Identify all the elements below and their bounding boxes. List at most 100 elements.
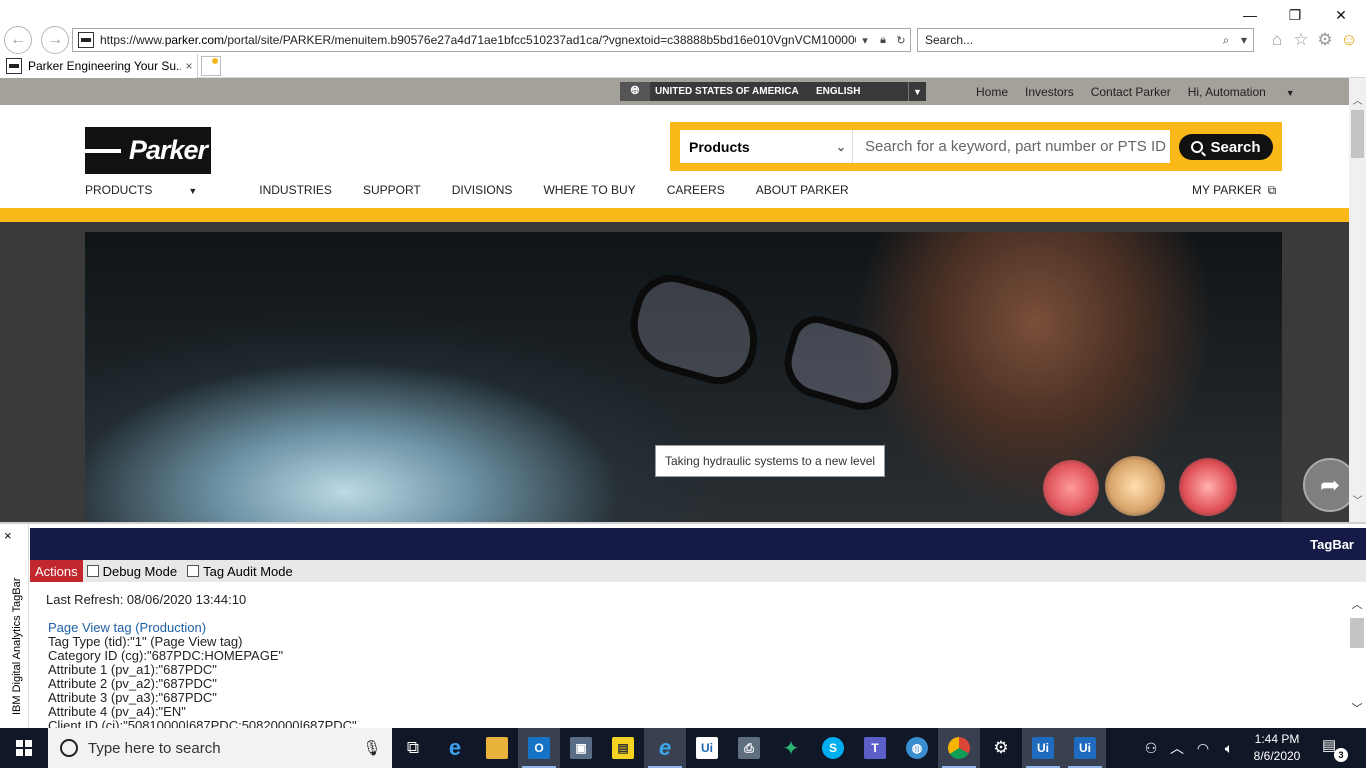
- cortana-icon: [60, 739, 78, 757]
- nav-divisions[interactable]: DIVISIONS: [452, 183, 513, 197]
- forward-button[interactable]: →: [41, 26, 69, 54]
- nav-industries[interactable]: INDUSTRIES: [259, 183, 332, 197]
- language-label: ENGLISH: [816, 86, 861, 97]
- tagbar-scrollbar-thumb[interactable]: [1350, 618, 1364, 648]
- caret-down-icon: ▼: [188, 186, 198, 196]
- system-tray: ⚇ ︿ ◠ 🔈︎: [1138, 728, 1242, 768]
- search-category-select[interactable]: Products ⌄: [680, 130, 853, 163]
- tag-audit-mode-checkbox[interactable]: Tag Audit Mode: [187, 564, 293, 579]
- uipath-studio-icon[interactable]: Ui: [686, 728, 728, 768]
- chevron-up-icon[interactable]: ︿: [1164, 738, 1190, 758]
- hero-caption[interactable]: Taking hydraulic systems to a new level: [655, 445, 885, 477]
- tag-line: Category ID (cg):"687PDC:HOMEPAGE": [48, 648, 284, 663]
- address-dropdown-icon[interactable]: ▾: [856, 34, 874, 47]
- checkbox-icon: [187, 565, 200, 577]
- utility-links: Home Investors Contact Parker Hi, Automa…: [976, 78, 1329, 105]
- restore-button[interactable]: ❐: [1272, 2, 1318, 28]
- home-link[interactable]: Home: [976, 85, 1008, 99]
- minimize-button[interactable]: —: [1227, 2, 1273, 28]
- uipath-assistant-icon[interactable]: Ui: [1064, 728, 1106, 768]
- actions-button[interactable]: Actions: [30, 560, 83, 582]
- teams-icon[interactable]: T: [854, 728, 896, 768]
- account-menu[interactable]: Hi, Automation ▼: [1188, 85, 1312, 99]
- search-dropdown-icon[interactable]: ▾: [1235, 33, 1253, 47]
- url-text[interactable]: https://www.parker.com/portal/site/PARKE…: [100, 33, 856, 47]
- chrome-icon[interactable]: [938, 728, 980, 768]
- tag-title-link[interactable]: Page View tag (Production): [48, 620, 206, 635]
- green-app-icon[interactable]: ✦: [770, 728, 812, 768]
- start-button[interactable]: [0, 728, 48, 768]
- action-center-icon[interactable]: ▤ 3: [1322, 736, 1348, 762]
- tab-parker[interactable]: Parker Engineering Your Su... ×: [0, 54, 198, 78]
- nav-support[interactable]: SUPPORT: [363, 183, 421, 197]
- last-refresh-text: Last Refresh: 08/06/2020 13:44:10: [46, 592, 247, 607]
- settings-gear-icon[interactable]: ⚙: [980, 728, 1022, 768]
- search-icon[interactable]: ⌕: [1217, 33, 1235, 48]
- new-tab-button[interactable]: [201, 56, 221, 76]
- skype-icon[interactable]: S: [812, 728, 854, 768]
- task-view-icon[interactable]: ⧉: [392, 728, 434, 768]
- tab-favicon-icon: [6, 58, 22, 74]
- tagbar-side-label: IBM Digital Analytics TagBar: [11, 577, 23, 715]
- back-button[interactable]: ←: [4, 26, 32, 54]
- debug-mode-checkbox[interactable]: Debug Mode: [86, 564, 177, 579]
- tagbar-close-icon[interactable]: ×: [4, 528, 12, 543]
- language-selector[interactable]: ENGLISH ▼: [804, 82, 926, 101]
- nav-products[interactable]: PRODUCTS ▼: [85, 183, 228, 197]
- edge-icon[interactable]: e: [434, 728, 476, 768]
- lock-icon[interactable]: 🔒︎: [874, 34, 892, 47]
- people-icon[interactable]: ⚇: [1138, 740, 1164, 757]
- hero-bokeh-light: [1043, 460, 1099, 516]
- outlook-icon[interactable]: O: [518, 728, 560, 768]
- refresh-icon[interactable]: ↻: [892, 34, 910, 47]
- remote-desktop-icon[interactable]: ▣: [560, 728, 602, 768]
- volume-icon[interactable]: 🔈︎: [1216, 740, 1242, 757]
- tagbar-panel: × IBM Digital Analytics TagBar TagBar Ac…: [0, 522, 1366, 728]
- nav-about-parker[interactable]: ABOUT PARKER: [756, 183, 849, 197]
- tab-close-icon[interactable]: ×: [181, 59, 197, 73]
- wifi-icon[interactable]: ◠: [1190, 740, 1216, 757]
- page-scrollbar[interactable]: ︿ ﹀: [1349, 78, 1366, 522]
- site-header: Parker Products ⌄ Search PRODUCTS▼ INDUS…: [0, 105, 1349, 207]
- country-selector[interactable]: 🌐︎ UNITED STATES OF AMERICA: [620, 82, 807, 101]
- investors-link[interactable]: Investors: [1025, 85, 1074, 99]
- notification-count-badge: 3: [1334, 748, 1348, 762]
- page-scrollbar-thumb[interactable]: [1351, 110, 1364, 158]
- hero-bokeh-light: [1179, 458, 1237, 516]
- gear-icon[interactable]: ⚙: [1314, 29, 1336, 51]
- taskbar-clock[interactable]: 1:44 PM 8/6/2020: [1244, 731, 1310, 765]
- network-app-icon[interactable]: ◍: [896, 728, 938, 768]
- arrow-left-icon: ←: [10, 31, 26, 48]
- browser-search-box[interactable]: Search... ⌕ ▾: [917, 28, 1254, 52]
- browser-toolbar: — ❐ ✕ ← → https://www.parker.com/portal/…: [0, 0, 1366, 54]
- file-explorer-icon[interactable]: [476, 728, 518, 768]
- internet-explorer-icon[interactable]: e: [644, 728, 686, 768]
- microphone-icon[interactable]: 🎙︎: [362, 739, 382, 757]
- tagbar-scrollbar[interactable]: ︿ ﹀: [1348, 584, 1366, 728]
- share-arrow-icon: ➦: [1319, 471, 1341, 499]
- tag-line: Attribute 2 (pv_a2):"687PDC": [48, 676, 217, 691]
- my-parker-link[interactable]: MY PARKER ⧉: [1192, 183, 1276, 198]
- browser-search-placeholder: Search...: [925, 33, 974, 47]
- search-icon: [1191, 141, 1204, 153]
- nav-careers[interactable]: CAREERS: [667, 183, 725, 197]
- keyword-search-input[interactable]: [853, 130, 1170, 163]
- scroll-down-icon[interactable]: ﹀: [1349, 492, 1366, 507]
- smiley-feedback-icon[interactable]: ☺: [1338, 29, 1360, 51]
- scroll-up-icon[interactable]: ︿: [1348, 596, 1366, 612]
- scroll-down-icon[interactable]: ﹀: [1348, 700, 1366, 716]
- nav-where-to-buy[interactable]: WHERE TO BUY: [543, 183, 635, 197]
- sticky-notes-icon[interactable]: ▤: [602, 728, 644, 768]
- utility-bar: 🌐︎ UNITED STATES OF AMERICA ENGLISH ▼ Ho…: [0, 78, 1349, 105]
- close-window-button[interactable]: ✕: [1318, 2, 1364, 28]
- favorites-star-icon[interactable]: ☆: [1290, 29, 1312, 51]
- search-button[interactable]: Search: [1179, 134, 1273, 160]
- contact-parker-link[interactable]: Contact Parker: [1091, 85, 1171, 99]
- parker-logo[interactable]: Parker: [85, 127, 211, 174]
- printer-app-icon[interactable]: ⎙: [728, 728, 770, 768]
- address-bar[interactable]: https://www.parker.com/portal/site/PARKE…: [72, 28, 911, 52]
- uipath-robot-icon[interactable]: Ui: [1022, 728, 1064, 768]
- scroll-up-icon[interactable]: ︿: [1349, 92, 1366, 107]
- home-icon[interactable]: ⌂: [1266, 29, 1288, 51]
- taskbar-search-box[interactable]: Type here to search 🎙︎: [48, 728, 392, 768]
